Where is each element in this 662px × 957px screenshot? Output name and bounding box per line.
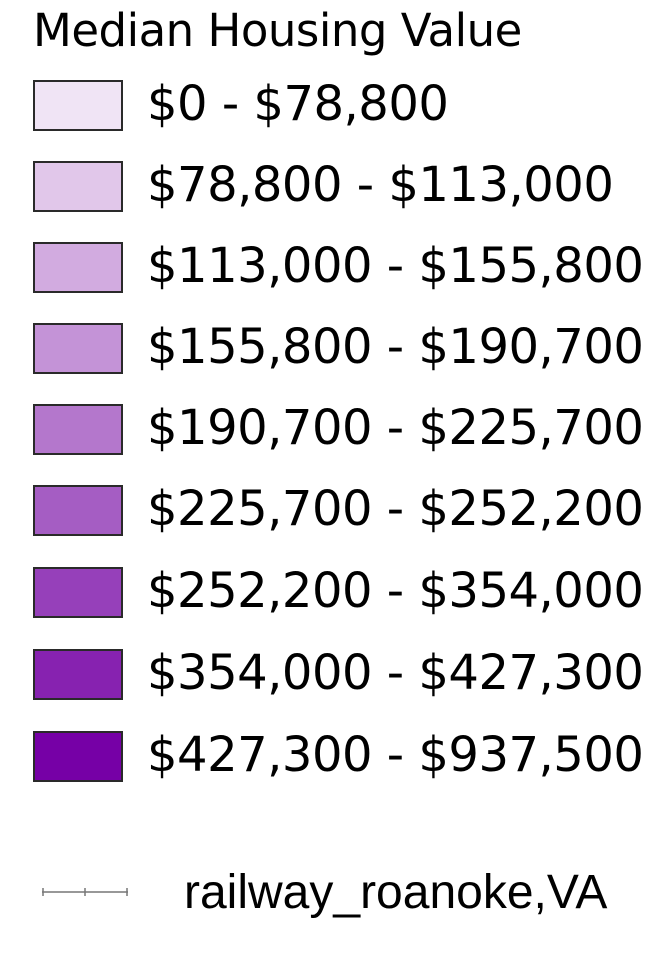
range-label: $155,800 - $190,700 <box>147 319 644 375</box>
legend-item: $354,000 - $427,300 <box>33 645 653 709</box>
color-swatch <box>33 649 123 700</box>
legend-item: $78,800 - $113,000 <box>33 157 653 221</box>
color-swatch <box>33 323 123 374</box>
railway-legend-item: railway_roanoke,VA <box>42 860 652 930</box>
legend-item: $225,700 - $252,200 <box>33 481 653 545</box>
range-label: $78,800 - $113,000 <box>147 157 614 213</box>
range-label: $190,700 - $225,700 <box>147 400 644 456</box>
range-label: $427,300 - $937,500 <box>147 727 644 783</box>
color-swatch <box>33 404 123 455</box>
color-swatch <box>33 80 123 131</box>
legend-item: $0 - $78,800 <box>33 76 653 140</box>
range-label: $113,000 - $155,800 <box>147 238 644 294</box>
legend-item: $113,000 - $155,800 <box>33 238 653 302</box>
legend-item: $427,300 - $937,500 <box>33 727 653 791</box>
legend-item: $190,700 - $225,700 <box>33 400 653 464</box>
railway-line-icon <box>42 888 128 896</box>
range-label: $0 - $78,800 <box>147 76 449 132</box>
color-swatch <box>33 242 123 293</box>
range-label: $252,200 - $354,000 <box>147 563 644 619</box>
legend-item: $155,800 - $190,700 <box>33 319 653 383</box>
legend-list: $0 - $78,800 $78,800 - $113,000 $113,000… <box>0 0 662 800</box>
range-label: $225,700 - $252,200 <box>147 481 644 537</box>
color-swatch <box>33 485 123 536</box>
range-label: $354,000 - $427,300 <box>147 645 644 701</box>
railway-label: railway_roanoke,VA <box>184 866 608 919</box>
color-swatch <box>33 567 123 618</box>
color-swatch <box>33 161 123 212</box>
color-swatch <box>33 731 123 782</box>
legend-item: $252,200 - $354,000 <box>33 563 653 627</box>
